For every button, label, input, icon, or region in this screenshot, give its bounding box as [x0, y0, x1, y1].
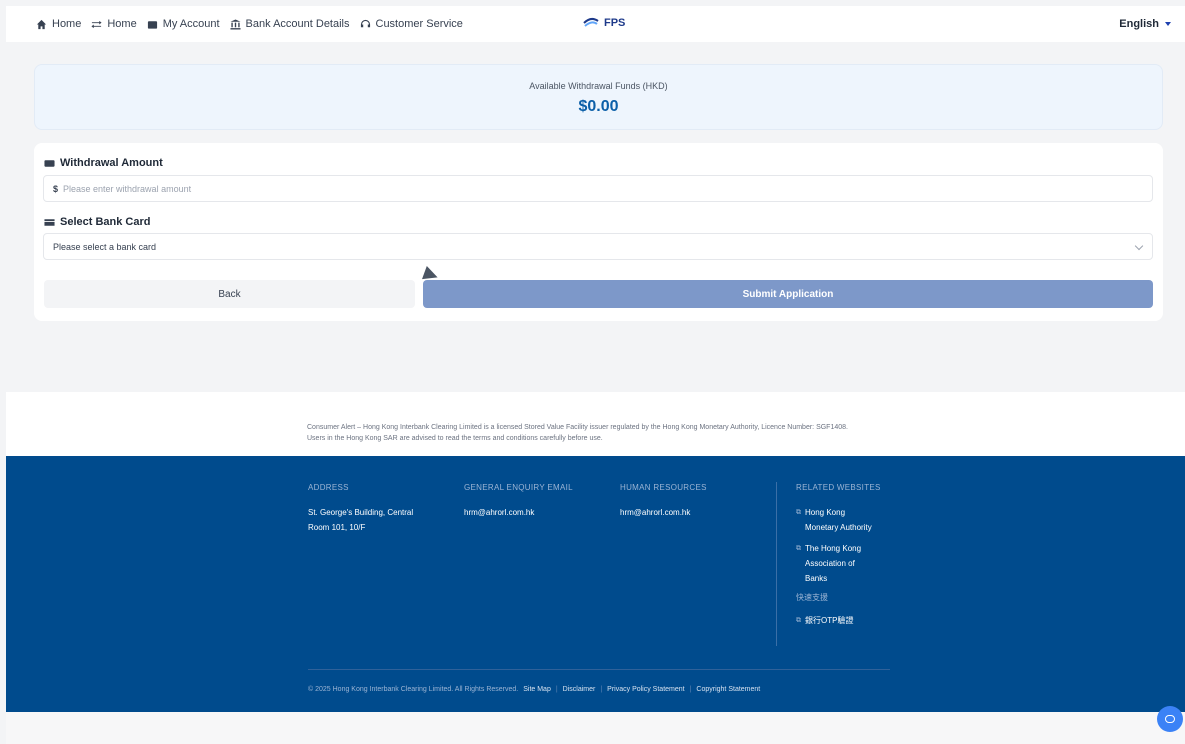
brand-label: FPS — [604, 17, 626, 29]
footer-separator: | — [689, 686, 692, 693]
footer-address-line1: St. George's Building, Central — [308, 508, 414, 517]
fps-logo-icon — [583, 17, 599, 27]
nav-item-customer-service[interactable]: Customer Service — [360, 18, 463, 30]
footer-address-heading: ADDRESS — [308, 483, 349, 492]
footer-address-column: ADDRESS St. George's Building, Central R… — [308, 483, 458, 535]
footer-hr-heading: HUMAN RESOURCES — [620, 483, 707, 492]
footer-link-disclaimer[interactable]: Disclaimer — [563, 686, 596, 693]
bank-icon — [230, 18, 241, 30]
copyright-text: © 2025 Hong Kong Interbank Clearing Limi… — [308, 686, 519, 693]
nav-item-label: Customer Service — [375, 18, 463, 30]
caret-down-icon — [1165, 22, 1171, 26]
footer-link-hkma-line2: Monetary Authority — [805, 523, 872, 532]
footer-hr-email[interactable]: hrm@ahrorl.com.hk — [620, 505, 770, 520]
nav-item-transfer[interactable]: Home — [91, 18, 137, 30]
external-link-icon: ⧉ — [796, 617, 801, 624]
footer-link-hkma-line1: Hong Kong — [805, 508, 846, 517]
consumer-alert-text: Consumer Alert – Hong Kong Interbank Cle… — [307, 424, 848, 442]
select-bank-card-title: Select Bank Card — [44, 216, 150, 228]
withdrawal-amount-title: Withdrawal Amount — [44, 157, 163, 169]
credit-card-icon — [44, 218, 55, 226]
footer-link-hkab-text: The Hong Kong Association of Banks — [805, 541, 861, 586]
footer-link-hkab-line2: Association of — [805, 559, 855, 568]
footer-link-hkab[interactable]: ⧉ The Hong Kong Association of Banks — [796, 541, 906, 586]
footer-link-otp-text: 銀行OTP驗證 — [805, 616, 854, 625]
nav-item-label: Home — [52, 18, 82, 30]
footer-link-hkab-line1: The Hong Kong — [805, 544, 862, 553]
consumer-alert-section: Consumer Alert – Hong Kong Interbank Cle… — [6, 392, 1185, 456]
footer-separator: | — [600, 686, 603, 693]
footer-related-column: RELATED WEBSITES ⧉ Hong Kong Monetary Au… — [796, 483, 906, 634]
chat-support-button[interactable] — [1157, 706, 1183, 732]
nav-item-my-account[interactable]: My Account — [147, 18, 220, 30]
wallet-icon — [147, 20, 157, 29]
withdrawal-amount-label: Withdrawal Amount — [60, 157, 163, 169]
page-bottom — [6, 712, 1185, 744]
withdrawal-amount-input[interactable] — [63, 183, 1064, 194]
withdrawal-form: Withdrawal Amount $ Select Bank Card Ple… — [34, 143, 1163, 321]
nav-links: Home Home My Account Bank Account Detail… — [6, 18, 473, 30]
nav-item-label: Home — [107, 18, 137, 30]
available-funds-card: Available Withdrawal Funds (HKD) $0.00 — [34, 64, 1163, 130]
back-button[interactable]: Back — [44, 280, 415, 308]
bank-card-select[interactable]: Please select a bank card — [43, 233, 1153, 260]
footer-link-privacy[interactable]: Privacy Policy Statement — [607, 686, 684, 693]
withdrawal-amount-field[interactable]: $ — [43, 175, 1153, 202]
bank-card-select-value: Please select a bank card — [53, 241, 157, 252]
top-nav: Home Home My Account Bank Account Detail… — [6, 6, 1185, 42]
chevron-down-icon — [1134, 241, 1144, 251]
footer-link-otp[interactable]: ⧉ 銀行OTP驗證 — [796, 613, 906, 628]
footer-enquiry-email[interactable]: hrm@ahrorl.com.hk — [464, 505, 614, 520]
footer-link-hkma-text: Hong Kong Monetary Authority — [805, 505, 872, 535]
nav-item-label: My Account — [162, 18, 220, 30]
footer-related-heading: RELATED WEBSITES — [796, 483, 881, 492]
footer-support-heading: 快速支援 — [796, 593, 828, 602]
funds-label: Available Withdrawal Funds (HKD) — [529, 81, 668, 91]
nav-item-bank-account-details[interactable]: Bank Account Details — [230, 18, 350, 30]
cash-icon — [44, 159, 55, 167]
nav-item-home[interactable]: Home — [36, 18, 81, 30]
footer-bottom-bar: © 2025 Hong Kong Interbank Clearing Limi… — [308, 669, 890, 693]
external-link-icon: ⧉ — [796, 509, 801, 516]
funds-value: $0.00 — [578, 98, 619, 115]
submit-application-button[interactable]: Submit Application — [423, 280, 1153, 308]
nav-item-label: Bank Account Details — [245, 18, 350, 30]
transfer-icon — [91, 20, 102, 28]
footer-link-sitemap[interactable]: Site Map — [523, 686, 551, 693]
footer-divider — [776, 482, 777, 646]
home-icon — [36, 19, 47, 29]
select-bank-card-label: Select Bank Card — [60, 216, 151, 228]
footer: ADDRESS St. George's Building, Central R… — [6, 456, 1185, 712]
footer-hr-column: HUMAN RESOURCES hrm@ahrorl.com.hk — [620, 483, 770, 520]
footer-enquiry-heading: GENERAL ENQUIRY EMAIL — [464, 483, 573, 492]
external-link-icon: ⧉ — [796, 545, 801, 552]
chat-icon — [1165, 715, 1175, 723]
footer-link-copyright-statement[interactable]: Copyright Statement — [696, 686, 760, 693]
fps-logo[interactable]: FPS — [582, 16, 625, 30]
currency-symbol: $ — [53, 183, 59, 194]
footer-enquiry-column: GENERAL ENQUIRY EMAIL hrm@ahrorl.com.hk — [464, 483, 614, 520]
footer-address-line2: Room 101, 10/F — [308, 523, 366, 532]
footer-link-hkab-line3: Banks — [805, 574, 828, 583]
footer-separator: | — [555, 686, 558, 693]
footer-link-hkma[interactable]: ⧉ Hong Kong Monetary Authority — [796, 505, 906, 535]
language-selector[interactable]: English — [1119, 18, 1171, 30]
headset-icon — [360, 19, 370, 27]
language-label: English — [1119, 18, 1159, 30]
